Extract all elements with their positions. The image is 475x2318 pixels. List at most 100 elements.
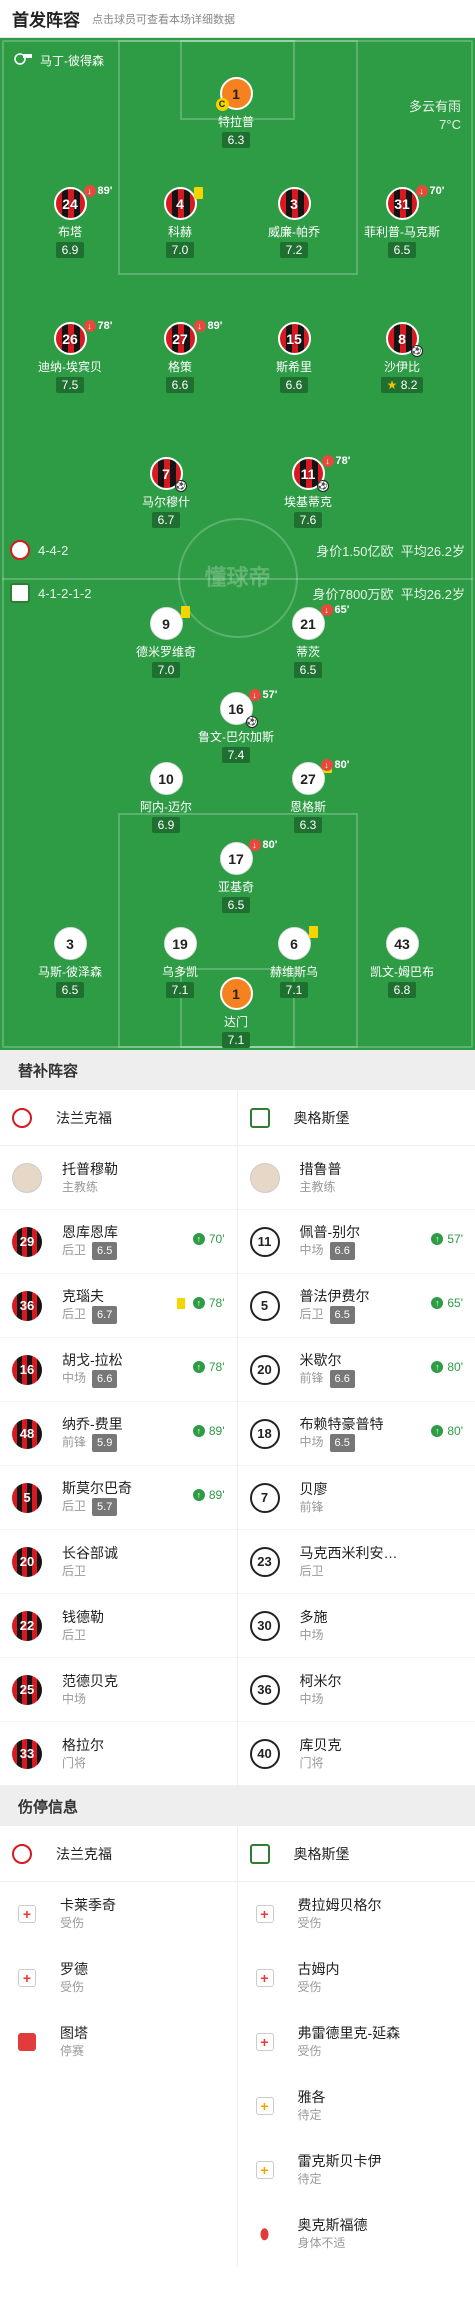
red-card-icon xyxy=(18,2033,36,2051)
away-injuries-column: 奥格斯堡 + 费拉姆贝格尔 受伤 + 古姆内 受伤 + 弗雷德里克-延森 受伤 + 雅各 待定 + 雷克斯… xyxy=(237,1826,475,2266)
player-h7[interactable]: 7 ⚽ 马尔穆什 6.7 xyxy=(101,457,231,529)
home-coach-row[interactable]: 托普穆勒 主教练 xyxy=(0,1146,237,1210)
sub-player-row[interactable]: 48 纳乔-费里 前锋 5.9 ↑ 89' xyxy=(0,1402,237,1466)
player-a27[interactable]: 27 ↓ 80' 恩格斯 6.3 xyxy=(243,759,373,834)
injury-row[interactable]: ⬮ 奥克斯福德 身体不适 xyxy=(238,2202,475,2266)
player-a16[interactable]: 16 ⚽ ↓ 57' 鲁文-巴尔加斯 7.4 xyxy=(171,689,301,764)
referee-info: 马丁-彼得森 xyxy=(14,52,104,69)
sub-player-row[interactable]: 22 钱德勒 后卫 xyxy=(0,1594,237,1658)
sub-in-icon: ↑ xyxy=(431,1361,444,1373)
sub-player-number: 30 xyxy=(249,1610,280,1641)
sub-player-rating: 6.6 xyxy=(329,1242,355,1260)
sub-player-info: 恩库恩库 后卫 6.5 xyxy=(62,1223,118,1260)
sub-player-row[interactable]: 20 长谷部诚 后卫 xyxy=(0,1530,237,1594)
sub-player-position: 后卫 xyxy=(299,1563,324,1578)
injury-info: 弗雷德里克-延森 受伤 xyxy=(298,2024,401,2060)
sub-player-row[interactable]: 23 马克西米利安… 后卫 xyxy=(237,1530,475,1594)
player-number-badge: 4 xyxy=(163,187,203,220)
sub-out-icon: ↓ xyxy=(193,320,206,332)
player-h11[interactable]: 11 ⚽ ↓ 78' 埃基蒂克 7.6 xyxy=(243,455,373,529)
player-h1[interactable]: 1 C 特拉普 6.3 xyxy=(171,77,301,149)
injury-row[interactable]: + 罗德 受伤 xyxy=(0,1946,237,2010)
sub-player-info: 马克西米利安… 后卫 xyxy=(300,1544,398,1580)
injured-player-name: 雷克斯贝卡伊 xyxy=(297,2153,382,2169)
sub-player-number: 25 xyxy=(12,1674,42,1705)
injury-row[interactable]: + 卡莱季奇 受伤 xyxy=(0,1882,237,1946)
sub-player-name: 布赖特豪普特 xyxy=(299,1416,384,1432)
player-number-badge: 27 ↓ 89' xyxy=(163,320,222,355)
player-a10[interactable]: 10 阿内-迈尔 6.9 xyxy=(101,762,231,834)
sub-player-position: 中场 xyxy=(299,1627,324,1642)
sub-out-minute: 80' xyxy=(262,839,278,851)
player-h27[interactable]: 27 ↓ 89' 格策 6.6 xyxy=(115,320,245,394)
player-a9[interactable]: 9 德米罗维奇 7.0 xyxy=(101,606,231,679)
player-number: 27 xyxy=(300,770,316,787)
player-number: 9 xyxy=(162,615,170,632)
sub-out-event: ↓ 78' xyxy=(83,320,112,332)
player-number: 1 xyxy=(232,85,240,102)
sub-player-row[interactable]: 30 多施 中场 xyxy=(237,1594,475,1658)
player-number-badge: 8 ⚽ xyxy=(385,322,423,357)
sub-player-row[interactable]: 5 斯莫尔巴奇 后卫 5.7 ↑ 89' xyxy=(0,1466,237,1530)
player-h8[interactable]: 8 ⚽ 沙伊比 ★ 8.2 xyxy=(337,322,467,394)
sub-player-row[interactable]: 18 布赖特豪普特 中场 6.5 ↑ 80' xyxy=(237,1402,475,1466)
player-a43[interactable]: 43 凯文-姆巴布 6.8 xyxy=(337,927,467,999)
sub-in-icon: ↑ xyxy=(192,1297,205,1309)
whistle-icon xyxy=(14,53,32,68)
away-team-header[interactable]: 奥格斯堡 xyxy=(237,1826,475,1882)
injury-row[interactable]: + 弗雷德里克-延森 受伤 xyxy=(238,2010,475,2074)
player-number: 27 xyxy=(172,330,188,347)
sub-player-row[interactable]: 5 普法伊费尔 后卫 6.5 ↑ 65' xyxy=(237,1274,475,1338)
injuries-section: 伤停信息 法兰克福 + 卡莱季奇 受伤 + 罗德 受伤 图塔 停赛 奥格斯堡 + 费拉姆贝格尔受… xyxy=(0,1786,475,2266)
sub-player-row[interactable]: 11 佩普-别尔 中场 6.6 ↑ 57' xyxy=(237,1210,475,1274)
injured-player-name: 卡莱季奇 xyxy=(60,1897,116,1913)
away-coach-row[interactable]: 措鲁普 主教练 xyxy=(237,1146,475,1210)
player-h4[interactable]: 4 科赫 7.0 xyxy=(115,187,245,259)
sub-in-event: ↑ 70' xyxy=(192,1232,225,1246)
player-a21[interactable]: 21 ↓ 65' 蒂茨 6.5 xyxy=(243,604,373,679)
player-rating-value: 6.5 xyxy=(61,983,79,997)
sub-player-name: 格拉尔 xyxy=(62,1736,104,1753)
home-team-header[interactable]: 法兰克福 xyxy=(0,1826,237,1882)
sub-player-row[interactable]: 29 恩库恩库 后卫 6.5 ↑ 70' xyxy=(0,1210,237,1274)
sub-player-row[interactable]: 16 胡戈-拉松 中场 6.6 ↑ 78' xyxy=(0,1338,237,1402)
player-number-badge: 15 xyxy=(277,322,311,355)
sub-player-row[interactable]: 40 库贝克 门将 xyxy=(237,1722,475,1786)
player-name: 科赫 xyxy=(167,225,192,239)
sub-in-icon: ↑ xyxy=(431,1297,444,1309)
player-h31[interactable]: 31 ↓ 70' 菲利普-马克斯 6.5 xyxy=(337,185,467,259)
sub-out-minute: 65' xyxy=(334,604,350,616)
injury-status: 待定 xyxy=(297,2108,322,2122)
player-rating: 7.1 xyxy=(221,1032,251,1048)
sub-player-row[interactable]: 7 贝廖 前锋 xyxy=(237,1466,475,1530)
sub-player-row[interactable]: 36 克瑙夫 后卫 6.7 ↑ 78' xyxy=(0,1274,237,1338)
player-a17[interactable]: 17 ↓ 80' 亚基奇 6.5 xyxy=(171,839,301,914)
sub-player-row[interactable]: 20 米歇尔 前锋 6.6 ↑ 80' xyxy=(237,1338,475,1402)
player-name: 马尔穆什 xyxy=(141,495,190,509)
coach-avatar xyxy=(12,1162,42,1193)
away-team-header[interactable]: 奥格斯堡 xyxy=(237,1090,475,1146)
injury-row[interactable]: 图塔 停赛 xyxy=(0,2010,237,2074)
sub-out-minute: 57' xyxy=(262,689,278,701)
injury-row[interactable]: + 雅各 待定 xyxy=(238,2074,475,2138)
augsburg-logo-icon xyxy=(249,1107,270,1128)
sub-player-row[interactable]: 33 格拉尔 门将 xyxy=(0,1722,237,1786)
sub-player-row[interactable]: 25 范德贝克 中场 xyxy=(0,1658,237,1722)
goal-ball-icon: ⚽ xyxy=(316,480,329,492)
injured-player-name: 古姆内 xyxy=(297,1961,340,1977)
player-number: 43 xyxy=(394,935,410,952)
player-name: 菲利普-马克斯 xyxy=(364,225,440,239)
player-number: 10 xyxy=(158,770,174,787)
sub-player-name: 贝廖 xyxy=(299,1480,328,1497)
player-rating-value: 6.9 xyxy=(61,243,79,257)
sub-player-row[interactable]: 36 柯米尔 中场 xyxy=(237,1658,475,1722)
sub-player-info: 纳乔-费里 前锋 5.9 xyxy=(62,1415,123,1452)
home-team-header[interactable]: 法兰克福 xyxy=(0,1090,237,1146)
player-a1[interactable]: 1 达门 7.1 xyxy=(171,977,301,1049)
injury-row[interactable]: + 费拉姆贝格尔 受伤 xyxy=(238,1882,475,1946)
injury-row[interactable]: + 古姆内 受伤 xyxy=(238,1946,475,2010)
sub-in-event: ↑ 80' xyxy=(431,1360,463,1374)
sub-player-number: 7 xyxy=(249,1482,280,1513)
yellow-card-icon xyxy=(180,606,190,618)
injury-row[interactable]: + 雷克斯贝卡伊 待定 xyxy=(238,2138,475,2202)
